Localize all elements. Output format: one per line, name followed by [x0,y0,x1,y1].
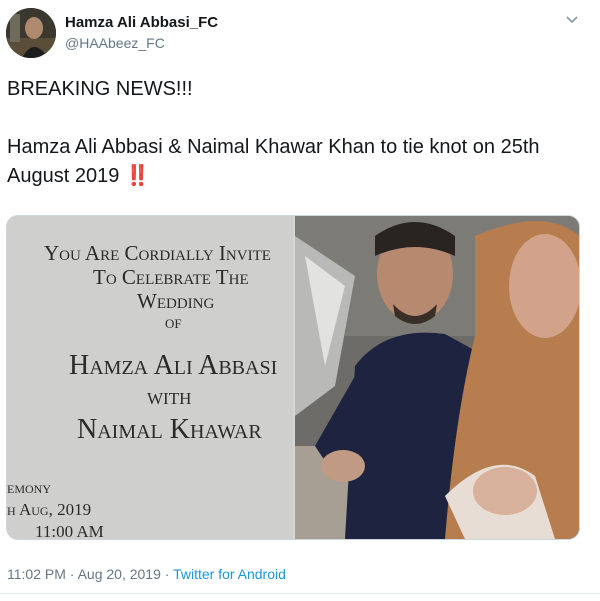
invite-line: of [165,312,182,333]
ceremony-date: h Aug, 2019 [7,500,92,519]
author-name[interactable]: Hamza Ali Abbasi_FC [65,14,218,31]
tweet-meta: 11:02 PM · Aug 20, 2019 · Twitter for An… [7,566,286,582]
couple-photo-graphic [295,216,579,539]
ceremony-time: 11:00 AM [35,522,104,539]
invite-line: You Are Cordially Invite [44,241,271,265]
chevron-down-icon[interactable] [564,12,580,28]
tweet-date[interactable]: Aug 20, 2019 [78,566,161,582]
avatar[interactable] [6,8,56,58]
tweet-text: Hamza Ali Abbasi & Naimal Khawar Khan to… [7,136,540,187]
tweet-text-body: Hamza Ali Abbasi & Naimal Khawar Khan to… [7,133,592,191]
invite-line: Wedding [137,289,215,313]
divider [0,593,600,594]
author-handle[interactable]: @HAAbeez_FC [65,35,165,51]
invite-line: with [147,384,192,410]
ceremony-label: emony [7,478,51,497]
separator: · [69,566,75,582]
tweet-media[interactable]: You Are Cordially Invite To Celebrate Th… [6,215,580,540]
invite-line: To Celebrate The [93,265,249,289]
couple-photo[interactable] [295,216,579,539]
separator: · [164,566,170,582]
invitation-card-image[interactable]: You Are Cordially Invite To Celebrate Th… [7,216,293,539]
double-exclamation-emoji: ‼️ [125,165,150,187]
tweet-time[interactable]: 11:02 PM [7,566,66,582]
source-link[interactable]: Twitter for Android [173,566,286,582]
tweet-text-headline: BREAKING NEWS!!! [7,78,193,100]
groom-name: Hamza Ali Abbasi [69,350,278,381]
bride-name: Naimal Khawar [77,414,262,445]
